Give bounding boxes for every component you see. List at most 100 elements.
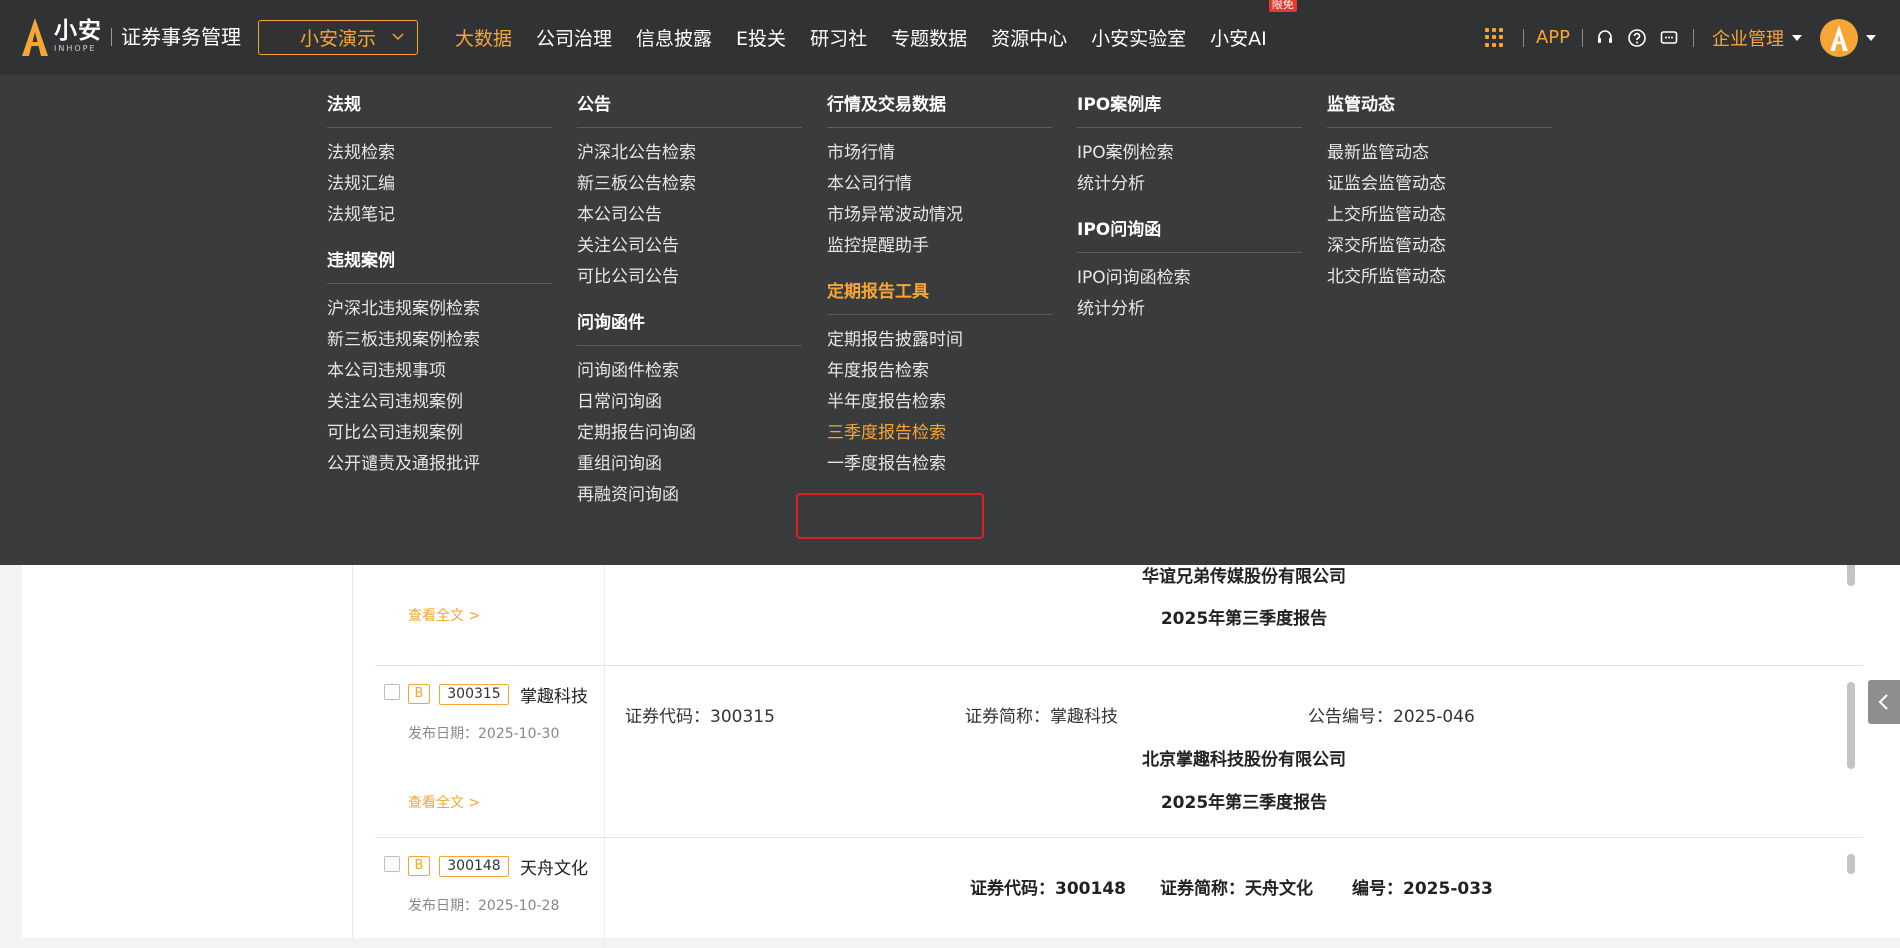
menu-item[interactable]: 法规笔记 xyxy=(327,200,552,231)
menu-column-ipo: IPO案例库 IPO案例检索 统计分析 IPO问询函 IPO问询函检索 统计分析 xyxy=(1077,95,1302,345)
highlight-box xyxy=(796,493,984,539)
app-link[interactable]: APP xyxy=(1536,27,1570,48)
menu-item[interactable]: 市场行情 xyxy=(827,138,1052,169)
menu-item[interactable]: 重组问询函 xyxy=(577,449,802,480)
help-icon[interactable] xyxy=(1627,28,1647,48)
stock-code-tag: 300148 xyxy=(439,856,509,877)
menu-item[interactable]: 监控提醒助手 xyxy=(827,231,1052,262)
menu-item[interactable]: IPO问询函检索 xyxy=(1077,263,1302,294)
item-scrollbar[interactable] xyxy=(1847,682,1855,769)
menu-item[interactable]: 日常问询函 xyxy=(577,387,802,418)
item-meta: B 300148 天舟文化 发布日期：2025-10-28 xyxy=(375,838,605,948)
app-grid-icon[interactable] xyxy=(1484,27,1505,48)
menu-item[interactable]: 市场异常波动情况 xyxy=(827,200,1052,231)
row-checkbox[interactable] xyxy=(384,684,400,700)
menu-item[interactable]: 统计分析 xyxy=(1077,294,1302,325)
menu-item[interactable]: 关注公司违规案例 xyxy=(327,387,552,418)
logo-en-text: INHOPE xyxy=(54,44,97,53)
nav-item-disclosure[interactable]: 信息披露 xyxy=(636,24,712,51)
menu-item[interactable]: IPO案例检索 xyxy=(1077,138,1302,169)
row-checkbox[interactable] xyxy=(384,856,400,872)
security-short-name-text: 证券简称：天舟文化 xyxy=(1160,879,1313,899)
menu-item[interactable]: 再融资问询函 xyxy=(577,480,802,511)
menu-item[interactable]: 北交所监管动态 xyxy=(1327,262,1552,293)
tools-divider xyxy=(1693,28,1694,47)
nav-item-resource-center[interactable]: 资源中心 xyxy=(991,24,1067,51)
menu-item[interactable]: 可比公司公告 xyxy=(577,262,802,293)
nav-item-topic-data[interactable]: 专题数据 xyxy=(891,24,967,51)
menu-item[interactable]: 法规汇编 xyxy=(327,169,552,200)
menu-item[interactable]: 统计分析 xyxy=(1077,169,1302,200)
nav-item-lab[interactable]: 小安实验室 xyxy=(1091,24,1186,51)
list-item: B 300148 天舟文化 发布日期：2025-10-28 证券代码：30014… xyxy=(375,838,1863,948)
item-meta: B 300315 掌趣科技 发布日期：2025-10-30 查看全文 > xyxy=(375,666,605,837)
publish-date: 发布日期：2025-10-28 xyxy=(408,898,560,914)
stock-short-name[interactable]: 天舟文化 xyxy=(520,854,588,879)
nav-item-big-data[interactable]: 大数据 xyxy=(455,24,512,51)
menu-item[interactable]: 一季度报告检索 xyxy=(827,449,1052,480)
headset-icon[interactable] xyxy=(1595,28,1615,48)
security-code-text: 证券代码：300315 xyxy=(625,707,775,727)
top-navbar: 小安 INHOPE 证券事务管理 小安演示 大数据 公司治理 信息披露 E投关 … xyxy=(0,0,1900,75)
menu-item[interactable]: 关注公司公告 xyxy=(577,231,802,262)
menu-item[interactable]: 法规检索 xyxy=(327,138,552,169)
stock-short-name[interactable]: 掌趣科技 xyxy=(520,682,588,707)
big-data-mega-menu: 法规 法规检索 法规汇编 法规笔记 违规案例 沪深北违规案例检索 新三板违规案例… xyxy=(0,75,1900,565)
nav-item-ai-label: 小安AI xyxy=(1210,28,1267,50)
tower-logo-icon xyxy=(22,18,48,56)
menu-item[interactable]: 问询函件检索 xyxy=(577,356,802,387)
menu-item[interactable]: 本公司行情 xyxy=(827,169,1052,200)
menu-item[interactable]: 本公司违规事项 xyxy=(327,356,552,387)
menu-item[interactable]: 定期报告披露时间 xyxy=(827,325,1052,356)
view-full-link[interactable]: 查看全文 > xyxy=(408,792,480,812)
menu-item[interactable]: 新三板公告检索 xyxy=(577,169,802,200)
org-management-menu[interactable]: 企业管理 xyxy=(1712,25,1802,51)
nav-item-governance[interactable]: 公司治理 xyxy=(536,24,612,51)
side-panel-toggle[interactable] xyxy=(1868,680,1900,724)
item-scrollbar[interactable] xyxy=(1847,854,1855,874)
company-select[interactable]: 小安演示 xyxy=(258,20,418,55)
report-title: 2025年第三季度报告 xyxy=(1160,609,1328,629)
menu-item[interactable]: 可比公司违规案例 xyxy=(327,418,552,449)
menu-item[interactable]: 上交所监管动态 xyxy=(1327,200,1552,231)
menu-group-title: 行情及交易数据 xyxy=(827,95,1052,128)
menu-group-title: 问询函件 xyxy=(577,313,802,346)
logo-cn-text: 小安 xyxy=(54,18,102,44)
security-code-text: 证券代码：300148 xyxy=(970,879,1126,899)
menu-item[interactable]: 年度报告检索 xyxy=(827,356,1052,387)
nav-item-investor-relations[interactable]: E投关 xyxy=(736,24,786,51)
header-tools: APP 企业管理 xyxy=(1484,0,1900,75)
tools-divider xyxy=(1582,28,1583,47)
menu-item[interactable]: 最新监管动态 xyxy=(1327,138,1552,169)
menu-item-active[interactable]: 三季度报告检索 xyxy=(827,418,1052,449)
message-icon[interactable] xyxy=(1659,28,1679,48)
item-info: 证券代码：300315 证券简称：掌趣科技 公告编号：2025-046 北京掌趣… xyxy=(625,666,1863,837)
nav-item-ai[interactable]: 小安AI 限免 xyxy=(1210,0,1297,51)
menu-item[interactable]: 证监会监管动态 xyxy=(1327,169,1552,200)
view-full-link[interactable]: 查看全文 > xyxy=(408,605,480,625)
brand-logo[interactable]: 小安 INHOPE xyxy=(22,18,102,56)
company-full-name: 华谊兄弟传媒股份有限公司 xyxy=(1142,567,1346,587)
menu-item[interactable]: 定期报告问询函 xyxy=(577,418,802,449)
company-full-name: 北京掌趣科技股份有限公司 xyxy=(1142,750,1346,770)
menu-item[interactable]: 沪深北违规案例检索 xyxy=(327,294,552,325)
menu-item[interactable]: 本公司公告 xyxy=(577,200,802,231)
nav-item-study-club[interactable]: 研习社 xyxy=(810,24,867,51)
menu-item[interactable]: 公开谴责及通报批评 xyxy=(327,449,552,480)
report-title: 2025年第三季度报告 xyxy=(1160,793,1328,813)
menu-group-title: 违规案例 xyxy=(327,251,552,284)
main-nav: 大数据 公司治理 信息披露 E投关 研习社 专题数据 资源中心 小安实验室 小安… xyxy=(455,0,1297,75)
chevron-down-icon xyxy=(392,33,404,41)
logo-divider xyxy=(111,28,112,46)
caret-down-icon[interactable] xyxy=(1866,34,1876,41)
tower-logo-icon xyxy=(1830,24,1848,51)
security-short-name-text: 证券简称：掌趣科技 xyxy=(965,707,1118,727)
report-list: 查看全文 > 华谊兄弟传媒股份有限公司 2025年第三季度报告 B 300315… xyxy=(352,545,1882,948)
menu-item[interactable]: 新三板违规案例检索 xyxy=(327,325,552,356)
menu-item[interactable]: 深交所监管动态 xyxy=(1327,231,1552,262)
chevron-left-icon xyxy=(1878,694,1888,710)
menu-item[interactable]: 沪深北公告检索 xyxy=(577,138,802,169)
menu-item[interactable]: 半年度报告检索 xyxy=(827,387,1052,418)
board-tag: B xyxy=(408,684,430,704)
avatar[interactable] xyxy=(1820,18,1858,57)
